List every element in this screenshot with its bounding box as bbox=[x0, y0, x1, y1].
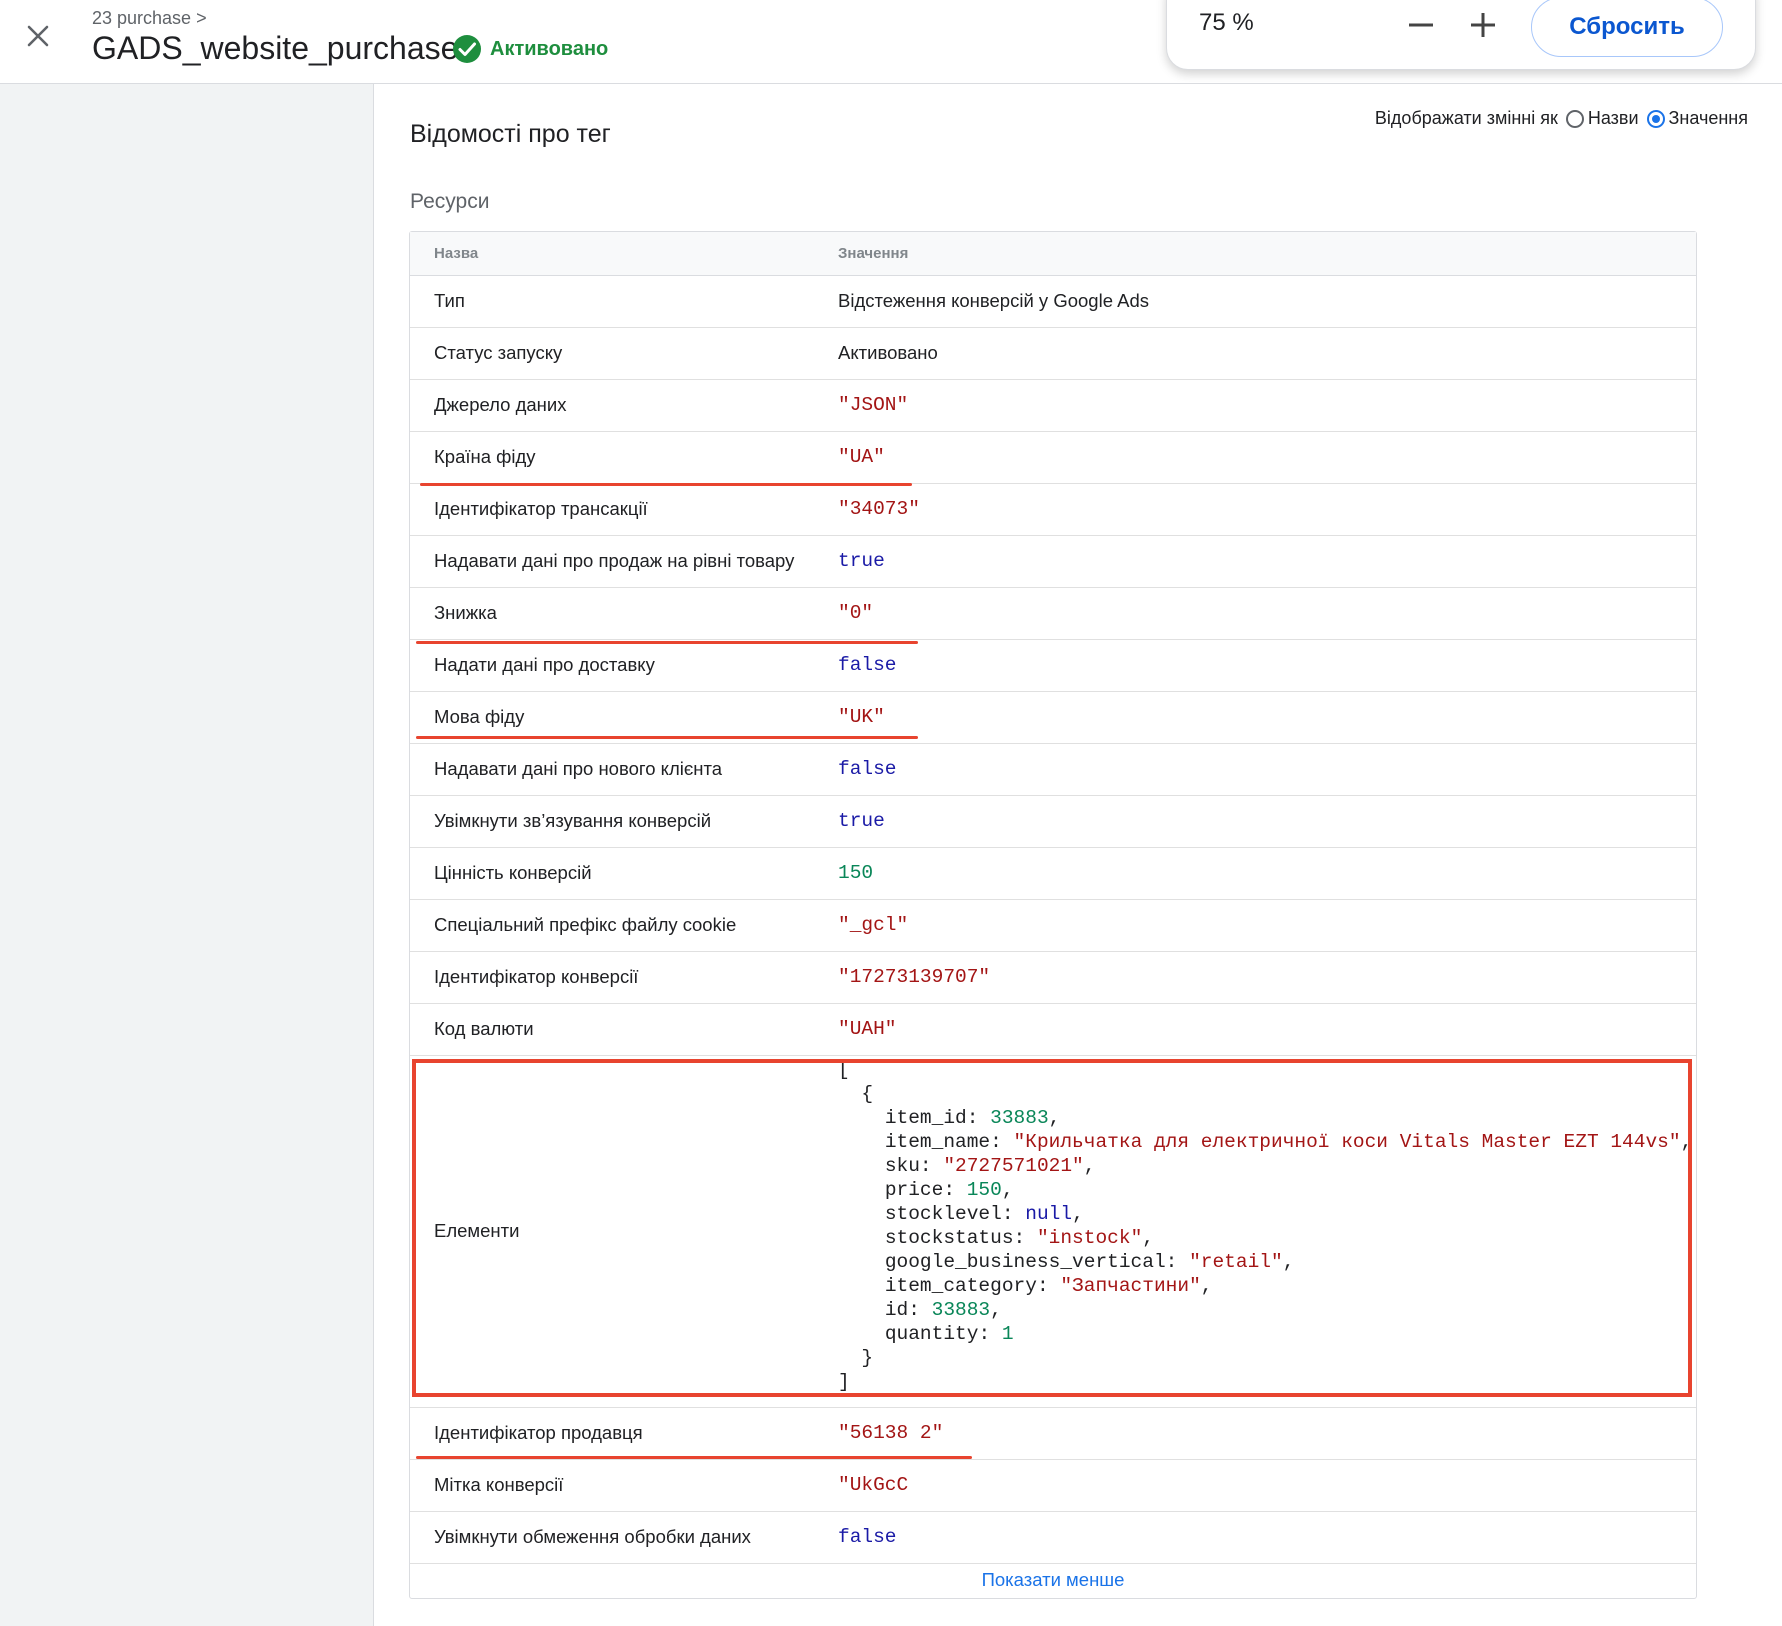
row-value: false bbox=[838, 1526, 897, 1548]
table-row: Ідентифікатор трансакції "34073" bbox=[410, 484, 1696, 536]
table-row: Увімкнути зв’язування конверсій true bbox=[410, 796, 1696, 848]
row-name: Знижка bbox=[434, 602, 497, 623]
table-row: Ідентифікатор конверсії "17273139707" bbox=[410, 952, 1696, 1004]
table-row: Тип Відстеження конверсій у Google Ads bbox=[410, 276, 1696, 328]
close-icon bbox=[27, 25, 49, 47]
zoom-popup: 75 % Сбросить bbox=[1166, 0, 1756, 70]
display-label: Відображати змінні як bbox=[1374, 108, 1558, 128]
annotation-box-elements bbox=[412, 1059, 1692, 1397]
table-row: Код валюти "UAH" bbox=[410, 1004, 1696, 1056]
row-name: Код валюти bbox=[434, 1018, 534, 1039]
row-value: "UkGcC bbox=[838, 1474, 909, 1496]
row-value: "_gcl" bbox=[838, 914, 909, 936]
table-row: Спеціальний префікс файлу cookie "_gcl" bbox=[410, 900, 1696, 952]
minus-icon bbox=[1409, 23, 1433, 27]
row-value: "UA" bbox=[838, 446, 885, 468]
row-name: Країна фіду bbox=[434, 446, 536, 467]
table-row: Країна фіду "UA" bbox=[410, 432, 1696, 484]
row-name: Надати дані про доставку bbox=[434, 654, 655, 675]
row-name: Ідентифікатор продавця bbox=[434, 1422, 643, 1443]
zoom-out-button[interactable] bbox=[1401, 5, 1441, 45]
variable-display-toggle: Відображати змінні як Назви Значення bbox=[1375, 108, 1748, 129]
table-header: Назва Значення bbox=[410, 232, 1696, 276]
annotation-underline-merchant-id bbox=[416, 1456, 972, 1459]
row-value: "UAH" bbox=[838, 1018, 897, 1040]
row-value: "56138 2" bbox=[838, 1422, 944, 1444]
radio-values[interactable] bbox=[1646, 109, 1665, 128]
page-title: GADS_website_purchase bbox=[92, 30, 459, 66]
show-less-link[interactable]: Показати менше bbox=[982, 1569, 1125, 1590]
row-value: true bbox=[838, 550, 885, 572]
row-name: Цінність конверсій bbox=[434, 862, 592, 883]
panel-title: Відомості про тег bbox=[410, 120, 611, 148]
row-value: 150 bbox=[838, 862, 874, 884]
table-row: Надавати дані про нового клієнта false bbox=[410, 744, 1696, 796]
table-row: Надавати дані про продаж на рівні товару… bbox=[410, 536, 1696, 588]
row-value: false bbox=[838, 654, 897, 676]
column-header-name: Назва bbox=[434, 245, 479, 262]
breadcrumb[interactable]: 23 purchase > bbox=[92, 8, 207, 29]
row-name: Мітка конверсії bbox=[434, 1474, 564, 1495]
annotation-underline-discount bbox=[416, 641, 918, 644]
row-value: "JSON" bbox=[838, 394, 909, 416]
table-row: Мітка конверсії "UkGcC bbox=[410, 1460, 1696, 1512]
row-value: "17273139707" bbox=[838, 966, 991, 988]
reset-zoom-button[interactable]: Сбросить bbox=[1531, 0, 1723, 57]
table-row: Цінність конверсій 150 bbox=[410, 848, 1696, 900]
table-row: Надати дані про доставку false bbox=[410, 640, 1696, 692]
status-text: Активовано bbox=[490, 37, 609, 60]
table-row: Знижка "0" bbox=[410, 588, 1696, 640]
table-row: Увімкнути обмеження обробки даних false bbox=[410, 1512, 1696, 1564]
table-row: Джерело даних "JSON" bbox=[410, 380, 1696, 432]
table-row: Статус запуску Активовано bbox=[410, 328, 1696, 380]
radio-names-label[interactable]: Назви bbox=[1588, 108, 1639, 129]
close-button[interactable] bbox=[16, 14, 60, 58]
zoom-in-button[interactable] bbox=[1463, 5, 1503, 45]
row-name: Ідентифікатор конверсії bbox=[434, 966, 639, 987]
row-value: Активовано bbox=[838, 342, 938, 363]
row-value: false bbox=[838, 758, 897, 780]
row-name: Джерело даних bbox=[434, 394, 567, 415]
row-name: Увімкнути зв’язування конверсій bbox=[434, 810, 712, 831]
row-name: Мова фіду bbox=[434, 706, 525, 727]
row-name: Увімкнути обмеження обробки даних bbox=[434, 1526, 751, 1547]
plus-icon bbox=[1471, 13, 1495, 37]
radio-values-label[interactable]: Значення bbox=[1669, 108, 1748, 129]
row-value: "34073" bbox=[838, 498, 920, 520]
show-less-row: Показати менше bbox=[410, 1564, 1696, 1598]
row-name: Ідентифікатор трансакції bbox=[434, 498, 648, 519]
status-badge: Активовано bbox=[452, 34, 608, 64]
section-label: Ресурси bbox=[410, 190, 490, 213]
row-name: Статус запуску bbox=[434, 342, 563, 363]
zoom-level: 75 % bbox=[1199, 9, 1254, 36]
column-header-value: Значення bbox=[838, 245, 909, 262]
row-name: Тип bbox=[434, 290, 465, 311]
row-name: Спеціальний префікс файлу cookie bbox=[434, 914, 737, 935]
row-value: "0" bbox=[838, 602, 874, 624]
row-name: Надавати дані про продаж на рівні товару bbox=[434, 550, 795, 571]
table-row: Ідентифікатор продавця "56138 2" bbox=[410, 1408, 1696, 1460]
row-value: "UK" bbox=[838, 706, 885, 728]
radio-names[interactable] bbox=[1565, 109, 1584, 128]
annotation-underline-feed-country bbox=[420, 483, 912, 486]
annotation-underline-feed-language bbox=[416, 736, 918, 739]
check-circle-icon bbox=[453, 35, 481, 63]
row-value: true bbox=[838, 810, 885, 832]
row-name: Надавати дані про нового клієнта bbox=[434, 758, 723, 779]
row-value: Відстеження конверсій у Google Ads bbox=[838, 290, 1149, 311]
